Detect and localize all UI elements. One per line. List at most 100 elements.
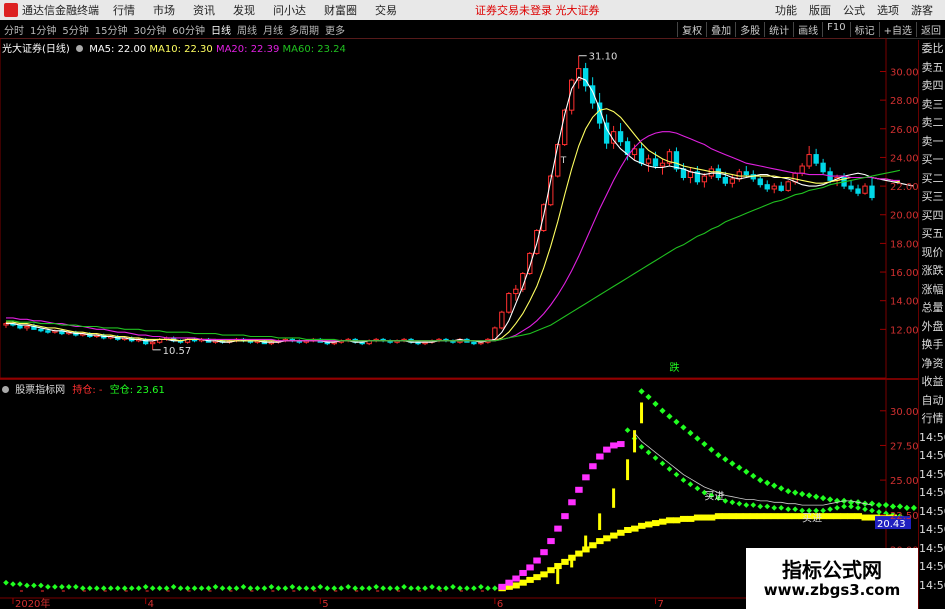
sidebar-item[interactable]: 委比 [919, 40, 945, 59]
sidebar-item[interactable]: 买三 [919, 188, 945, 207]
yellow-band-block [833, 513, 842, 520]
menu-assistant[interactable]: 问小达 [273, 2, 306, 18]
sidebar-item[interactable]: 14:50 [919, 503, 945, 522]
green-dot [701, 440, 708, 448]
tab-1min[interactable]: 1分钟 [30, 22, 56, 37]
tab-15min[interactable]: 15分钟 [95, 22, 128, 37]
quote-sidebar: 委比 卖五 卖四 卖三 卖二 卖一 买一 买二 买三 买四 买五 现价 涨跌 涨… [918, 40, 945, 609]
indicator-settings-icon[interactable] [2, 386, 9, 393]
sidebar-item[interactable]: 买五 [919, 225, 945, 244]
sidebar-item[interactable]: 自动 [919, 392, 945, 411]
sidebar-item[interactable]: 卖一 [919, 133, 945, 152]
menu-formula[interactable]: 公式 [843, 2, 865, 18]
green-dot [826, 496, 834, 503]
sidebar-item[interactable]: 14:50 [919, 521, 945, 540]
green-band-point [226, 585, 233, 592]
menu-quotes[interactable]: 行情 [113, 2, 135, 18]
tool-adjust-button[interactable]: 复权 [677, 21, 706, 37]
sidebar-item[interactable]: 涨跌 [919, 262, 945, 281]
green-dot [889, 503, 897, 510]
green-band-point [219, 585, 226, 592]
empty-label: 空仓: 23.61 [109, 385, 165, 396]
candle-body [785, 181, 791, 191]
sidebar-item[interactable]: 卖五 [919, 59, 945, 78]
menu-wealth-circle[interactable]: 财富圈 [324, 2, 357, 18]
candle-body [506, 293, 512, 313]
period-toolbar: 分时 1分钟 5分钟 15分钟 30分钟 60分钟 日线 周线 月线 多周期 更… [0, 20, 945, 39]
tab-30min[interactable]: 30分钟 [133, 22, 166, 37]
sidebar-item[interactable]: 卖四 [919, 77, 945, 96]
tab-daily[interactable]: 日线 [211, 22, 231, 37]
price-tick-label: 14.00 [890, 297, 918, 308]
sidebar-item[interactable]: 行情 [919, 410, 945, 429]
menu-discover[interactable]: 发现 [233, 2, 255, 18]
tab-more[interactable]: 更多 [325, 22, 345, 37]
menu-trade[interactable]: 交易 [375, 2, 397, 18]
green-band-point [324, 585, 331, 592]
green-band-point [457, 585, 463, 592]
tab-60min[interactable]: 60分钟 [172, 22, 205, 37]
menu-market[interactable]: 市场 [153, 2, 175, 18]
stock-name-label[interactable]: 光大证券(日线) [2, 44, 70, 55]
sidebar-item[interactable]: 买二 [919, 170, 945, 189]
sidebar-item[interactable]: 卖三 [919, 96, 945, 115]
tool-stats-button[interactable]: 统计 [764, 21, 793, 37]
tool-add-watchlist-button[interactable]: +自选 [878, 21, 916, 37]
tool-back-button[interactable]: 返回 [916, 21, 945, 37]
price-chart[interactable]: 31.1010.57T跌 买进买进 20.43 30.0028.0026.0024… [0, 38, 918, 609]
green-band-point [261, 585, 268, 592]
green-dot [875, 501, 883, 509]
sidebar-item[interactable]: 总量 [919, 299, 945, 318]
candle-body [792, 172, 798, 183]
tool-draw-button[interactable]: 画线 [793, 21, 822, 37]
menu-news[interactable]: 资讯 [193, 2, 215, 18]
sidebar-item[interactable]: 14:50 [919, 447, 945, 466]
indicator-tick-label: 27.50 [890, 441, 918, 452]
sidebar-item[interactable]: 14:50 [919, 466, 945, 485]
sidebar-item[interactable]: 14:50 [919, 558, 945, 577]
green-band-point [415, 585, 421, 592]
sidebar-item[interactable]: 买四 [919, 207, 945, 226]
yellow-band-block [728, 513, 737, 520]
tab-multi-period[interactable]: 多周期 [289, 22, 319, 37]
tab-5min[interactable]: 5分钟 [62, 22, 88, 37]
yellow-band-block [749, 513, 758, 520]
tool-multi-stock-button[interactable]: 多股 [735, 21, 764, 37]
tool-mark-button[interactable]: 标记 [849, 21, 879, 37]
menu-options[interactable]: 选项 [877, 2, 899, 18]
indicator-name-label[interactable]: 股票指标网 [15, 385, 65, 396]
green-band-point [638, 444, 645, 450]
sidebar-item[interactable]: 净资 [919, 355, 945, 374]
yellow-band-block [756, 513, 765, 520]
tab-monthly[interactable]: 月线 [263, 22, 283, 37]
magenta-band-block [596, 453, 604, 460]
menu-functions[interactable]: 功能 [775, 2, 797, 18]
tool-f10-button[interactable]: F10 [822, 21, 849, 37]
indicator-tick-label: 22.50 [890, 511, 918, 522]
sidebar-item[interactable]: 收益 [919, 373, 945, 392]
settings-dot-icon[interactable] [76, 45, 83, 52]
green-band-point [771, 504, 778, 511]
sidebar-item[interactable]: 外盘 [919, 318, 945, 337]
sidebar-item[interactable]: 换手 [919, 336, 945, 355]
sidebar-item[interactable]: 现价 [919, 244, 945, 263]
yellow-band-block [693, 514, 702, 521]
green-band-point [750, 502, 757, 508]
sidebar-item[interactable]: 14:50 [919, 484, 945, 503]
tool-overlay-button[interactable]: 叠加 [706, 21, 735, 37]
trade-login-notice[interactable]: 证券交易未登录 光大证券 [475, 2, 600, 18]
sidebar-item[interactable]: 14:50 [919, 577, 945, 596]
guest-user[interactable]: 游客 [911, 2, 933, 18]
sidebar-item[interactable]: 涨幅 [919, 281, 945, 300]
tab-weekly[interactable]: 周线 [237, 22, 257, 37]
sidebar-item[interactable]: 卖二 [919, 114, 945, 133]
menu-layout[interactable]: 版面 [809, 2, 831, 18]
sidebar-item[interactable]: 买一 [919, 151, 945, 170]
chart-tools: 复权 叠加 多股 统计 画线 F10 标记 +自选 返回 [677, 21, 945, 37]
sidebar-item[interactable]: 14:50 [919, 429, 945, 448]
sidebar-item[interactable]: 14:50 [919, 540, 945, 559]
green-band-point [666, 466, 673, 472]
tab-timeshare[interactable]: 分时 [4, 22, 24, 37]
candle-body [659, 162, 666, 167]
yellow-band-block [658, 518, 667, 525]
